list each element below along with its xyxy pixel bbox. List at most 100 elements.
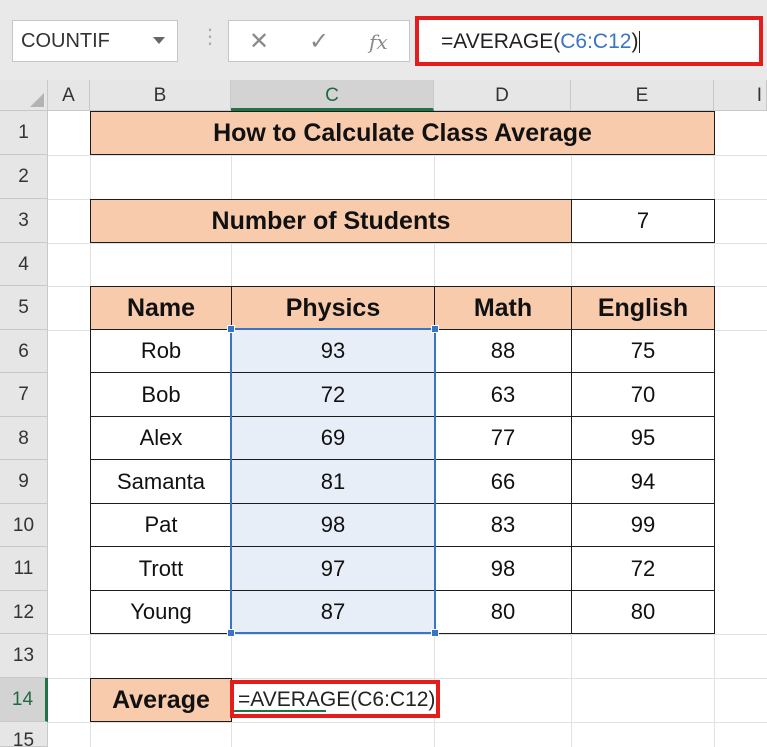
cell-text: 83 bbox=[490, 512, 516, 537]
enter-icon[interactable]: ✓ bbox=[309, 27, 329, 56]
active-cell-c14[interactable]: =AVERAGE(C6:C12) bbox=[230, 680, 440, 718]
active-cell-indicator bbox=[234, 710, 326, 712]
column-header-d[interactable]: D bbox=[434, 80, 571, 111]
selection-handle[interactable] bbox=[227, 325, 235, 333]
table-cell-math[interactable]: 88 bbox=[434, 329, 572, 373]
cell-text: 75 bbox=[630, 338, 656, 363]
row-header[interactable]: 10 bbox=[0, 504, 48, 547]
gridline bbox=[48, 155, 767, 156]
row-header-active[interactable]: 14 bbox=[0, 678, 48, 722]
cell-text: 66 bbox=[490, 468, 516, 494]
column-header-next[interactable]: I bbox=[714, 80, 767, 111]
row-header[interactable]: 2 bbox=[0, 155, 48, 199]
table-cell-math[interactable]: 66 bbox=[434, 459, 572, 504]
average-formula: =AVERAGE(C6:C12) bbox=[238, 688, 436, 711]
row-header[interactable]: 4 bbox=[0, 243, 48, 286]
formula-buttons: ✕ ✓ fx bbox=[228, 20, 410, 62]
table-cell-math[interactable]: 77 bbox=[434, 416, 572, 460]
row-header[interactable]: 8 bbox=[0, 417, 48, 460]
header-math-cell[interactable]: Math bbox=[434, 286, 572, 330]
header-physics: Physics bbox=[285, 293, 381, 322]
table-cell-english[interactable]: 94 bbox=[571, 459, 715, 504]
gridline bbox=[48, 243, 767, 244]
selection-range[interactable] bbox=[227, 325, 439, 637]
drag-handle-icon[interactable]: ⋮ bbox=[200, 24, 220, 49]
header-math: Math bbox=[473, 293, 533, 322]
column-header-c[interactable]: C bbox=[231, 80, 434, 111]
table-cell-english[interactable]: 72 bbox=[571, 546, 715, 591]
selection-handle[interactable] bbox=[431, 629, 439, 637]
cell-text: 80 bbox=[630, 599, 656, 624]
sheet-title-cell[interactable]: How to Calculate Class Average bbox=[90, 111, 715, 155]
formula-text: =AVERAGE(C6:C12) bbox=[441, 30, 641, 54]
average-label: Average bbox=[112, 685, 210, 714]
table-cell-math[interactable]: 63 bbox=[434, 372, 572, 417]
cell-text: 99 bbox=[630, 512, 656, 537]
row-header[interactable]: 11 bbox=[0, 547, 48, 591]
table-cell-math[interactable]: 80 bbox=[434, 590, 572, 634]
name-box[interactable]: COUNTIF bbox=[12, 20, 178, 62]
cell-text: Pat bbox=[144, 512, 178, 537]
cell-text: 80 bbox=[490, 599, 516, 624]
column-header-b[interactable]: B bbox=[90, 80, 231, 111]
table-cell-name[interactable]: Alex bbox=[90, 416, 232, 460]
cell-text: 98 bbox=[490, 555, 516, 581]
table-cell-english[interactable]: 70 bbox=[571, 372, 715, 417]
students-value-cell[interactable]: 7 bbox=[571, 199, 715, 243]
row-header[interactable]: 13 bbox=[0, 634, 48, 678]
cell-text: 94 bbox=[630, 468, 656, 494]
cell-text: 72 bbox=[630, 555, 656, 581]
row-header[interactable]: 6 bbox=[0, 330, 48, 373]
select-all-icon bbox=[30, 93, 44, 107]
row-header[interactable]: 9 bbox=[0, 460, 48, 504]
header-english-cell[interactable]: English bbox=[571, 286, 715, 330]
select-all-button[interactable] bbox=[0, 80, 48, 111]
cancel-icon[interactable]: ✕ bbox=[249, 27, 269, 56]
gridline bbox=[48, 722, 767, 723]
text-cursor bbox=[639, 31, 641, 54]
cell-text: 70 bbox=[630, 381, 656, 407]
table-cell-name[interactable]: Pat bbox=[90, 503, 232, 547]
column-header-e[interactable]: E bbox=[571, 80, 714, 111]
row-header[interactable]: 3 bbox=[0, 199, 48, 243]
row-header[interactable]: 12 bbox=[0, 591, 48, 634]
cell-text: Bob bbox=[141, 381, 181, 407]
column-header-a[interactable]: A bbox=[48, 80, 90, 111]
table-cell-name[interactable]: Bob bbox=[90, 372, 232, 417]
table-cell-english[interactable]: 75 bbox=[571, 329, 715, 373]
insert-function-icon[interactable]: fx bbox=[369, 30, 388, 54]
header-physics-cell[interactable]: Physics bbox=[231, 286, 435, 330]
cell-text: 63 bbox=[490, 381, 516, 407]
table-cell-english[interactable]: 95 bbox=[571, 416, 715, 460]
row-header[interactable]: 1 bbox=[0, 111, 48, 155]
table-cell-name[interactable]: Trott bbox=[90, 546, 232, 591]
header-english: English bbox=[597, 293, 689, 322]
header-name-cell[interactable]: Name bbox=[90, 286, 232, 330]
table-cell-name[interactable]: Young bbox=[90, 590, 232, 634]
formula-bar-area: COUNTIF ⋮ ✕ ✓ fx =AVERAGE(C6:C12) bbox=[0, 0, 767, 80]
students-label: Number of Students bbox=[211, 206, 451, 235]
cell-text: 88 bbox=[490, 338, 516, 363]
table-cell-name[interactable]: Samanta bbox=[90, 459, 232, 504]
table-cell-math[interactable]: 83 bbox=[434, 503, 572, 547]
spreadsheet-grid: A B C D E I 1 2 3 4 5 6 7 8 9 10 11 12 1… bbox=[0, 80, 767, 747]
gridline bbox=[48, 634, 767, 635]
table-cell-name[interactable]: Rob bbox=[90, 329, 232, 373]
formula-input[interactable]: =AVERAGE(C6:C12) bbox=[415, 16, 763, 66]
table-cell-english[interactable]: 80 bbox=[571, 590, 715, 634]
selection-handle[interactable] bbox=[431, 325, 439, 333]
table-cell-english[interactable]: 99 bbox=[571, 503, 715, 547]
table-cell-math[interactable]: 98 bbox=[434, 546, 572, 591]
students-value: 7 bbox=[636, 208, 650, 233]
average-label-cell[interactable]: Average bbox=[90, 678, 232, 722]
chevron-down-icon[interactable] bbox=[153, 37, 165, 44]
cell-text: Rob bbox=[140, 338, 182, 363]
row-header[interactable]: 7 bbox=[0, 373, 48, 417]
row-header[interactable]: 5 bbox=[0, 286, 48, 330]
row-header[interactable]: 15 bbox=[0, 722, 48, 747]
cell-text: Trott bbox=[138, 555, 184, 581]
selection-handle[interactable] bbox=[227, 629, 235, 637]
header-name: Name bbox=[126, 293, 196, 322]
cell-text: Alex bbox=[139, 425, 183, 450]
students-label-cell[interactable]: Number of Students bbox=[90, 199, 572, 243]
